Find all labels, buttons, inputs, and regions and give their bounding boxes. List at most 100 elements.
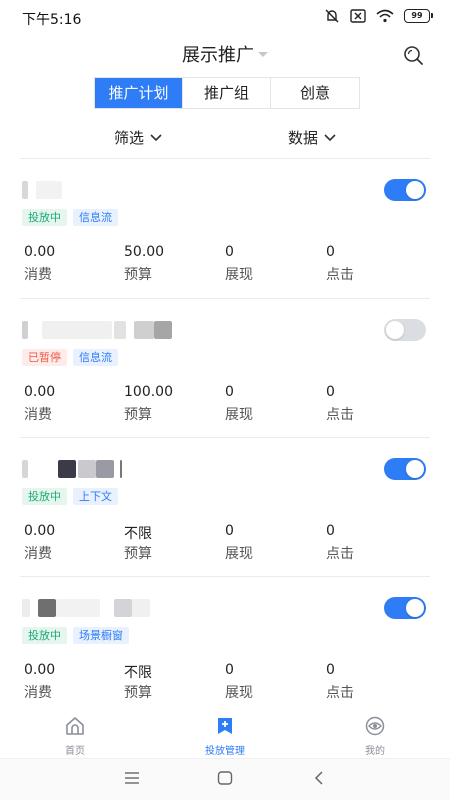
status-badge: 投放中 [22, 627, 67, 644]
metric-label: 展现 [225, 267, 253, 283]
nav-label: 投放管理 [205, 746, 245, 757]
metric-impressions: 0 展现 [225, 244, 325, 284]
filter-dropdown[interactable]: 筛选 [114, 127, 162, 148]
metric-value: 0 [225, 662, 234, 678]
home-icon [66, 717, 84, 735]
campaign-card[interactable]: 已暂停 信息流 0.00 消费 100.00 预算 0 展现 0 点击 [0, 299, 450, 438]
page-title-dropdown[interactable]: 展示推广 [0, 41, 450, 67]
metric-value: 0 [225, 244, 234, 260]
campaign-metrics: 0.00 消费 50.00 预算 0 展现 0 点击 [24, 244, 434, 284]
metric-value: 0 [326, 523, 335, 539]
type-badge: 场景橱窗 [73, 627, 129, 644]
data-dropdown[interactable]: 数据 [288, 127, 336, 148]
nav-campaign-manage[interactable]: 投放管理 [185, 716, 265, 757]
campaign-name-redacted [22, 460, 182, 478]
campaign-toggle[interactable] [384, 458, 426, 480]
metric-value: 50.00 [124, 244, 165, 260]
metric-label: 预算 [124, 267, 152, 283]
wifi-icon [376, 9, 394, 23]
type-badge: 信息流 [73, 209, 118, 226]
campaign-name-redacted [22, 181, 182, 199]
status-time: 下午5:16 [22, 12, 82, 28]
metric-label: 点击 [326, 407, 354, 423]
metric-label: 展现 [225, 546, 253, 562]
segmented-tabs: 推广计划 推广组 创意 [94, 77, 360, 109]
status-badge: 投放中 [22, 488, 67, 505]
campaign-card[interactable]: 投放中 上下文 0.00 消费 不限 预算 0 展现 0 点击 [0, 438, 450, 577]
status-icons: 99 [324, 8, 433, 24]
campaign-toggle[interactable] [384, 319, 426, 341]
campaign-card[interactable]: 投放中 场景橱窗 0.00 消费 不限 预算 0 展现 0 点击 [0, 577, 450, 716]
status-bar: 下午5:16 99 [0, 0, 450, 34]
metric-label: 消费 [24, 407, 52, 423]
metric-impressions: 0 展现 [225, 523, 325, 563]
metric-value: 不限 [124, 526, 152, 542]
search-icon[interactable] [402, 44, 424, 66]
campaign-tags: 投放中 上下文 [22, 488, 118, 505]
campaign-name-redacted [22, 599, 182, 617]
tab-campaign-group[interactable]: 推广组 [183, 78, 271, 108]
tab-campaign-plan[interactable]: 推广计划 [95, 78, 183, 108]
campaign-metrics: 0.00 消费 100.00 预算 0 展现 0 点击 [24, 384, 434, 424]
type-badge: 上下文 [73, 488, 118, 505]
page-title: 展示推广 [182, 45, 254, 66]
type-badge: 信息流 [73, 349, 118, 366]
campaign-card[interactable]: 投放中 信息流 0.00 消费 50.00 预算 0 展现 0 点击 [0, 159, 450, 298]
campaign-metrics: 0.00 消费 不限 预算 0 展现 0 点击 [24, 662, 434, 702]
filter-bar: 筛选 数据 [0, 118, 450, 158]
metric-budget: 100.00 预算 [124, 384, 224, 424]
metric-label: 点击 [326, 685, 354, 701]
campaign-tags: 投放中 场景橱窗 [22, 627, 129, 644]
nav-label: 首页 [65, 746, 85, 757]
campaign-toggle[interactable] [384, 179, 426, 201]
nav-profile[interactable]: 我的 [335, 716, 415, 757]
nav-label: 我的 [365, 746, 385, 757]
metric-value: 0 [326, 384, 335, 400]
metric-clicks: 0 点击 [326, 384, 426, 424]
chevron-down-icon [150, 134, 162, 142]
metric-spend: 0.00 消费 [24, 523, 124, 563]
data-label: 数据 [288, 129, 319, 147]
metric-label: 预算 [124, 546, 152, 562]
chevron-down-icon [324, 134, 336, 142]
metric-value: 0.00 [24, 384, 56, 400]
metric-label: 点击 [326, 267, 354, 283]
status-badge: 已暂停 [22, 349, 67, 366]
metric-budget: 不限 预算 [124, 523, 224, 563]
metric-label: 预算 [124, 685, 152, 701]
campaign-name-redacted [22, 321, 182, 339]
metric-value: 0 [326, 662, 335, 678]
metric-spend: 0.00 消费 [24, 384, 124, 424]
status-badge: 投放中 [22, 209, 67, 226]
alarm-off-icon [325, 9, 339, 23]
metric-impressions: 0 展现 [225, 662, 325, 702]
metric-label: 点击 [326, 546, 354, 562]
metric-budget: 不限 预算 [124, 662, 224, 702]
campaign-tags: 投放中 信息流 [22, 209, 118, 226]
metric-value: 0 [225, 384, 234, 400]
filter-label: 筛选 [114, 129, 145, 147]
tab-creative[interactable]: 创意 [271, 78, 359, 108]
metric-label: 消费 [24, 546, 52, 562]
metric-clicks: 0 点击 [326, 244, 426, 284]
metric-value: 不限 [124, 665, 152, 681]
title-bar: 展示推广 [0, 34, 450, 74]
battery-icon: 99 [404, 9, 433, 23]
metric-clicks: 0 点击 [326, 662, 426, 702]
nav-home[interactable]: 首页 [35, 716, 115, 757]
campaign-metrics: 0.00 消费 不限 预算 0 展现 0 点击 [24, 523, 434, 563]
metric-label: 消费 [24, 267, 52, 283]
campaign-manage-icon [218, 718, 232, 734]
menu-icon[interactable] [124, 771, 140, 785]
metric-label: 消费 [24, 685, 52, 701]
metric-label: 预算 [124, 407, 152, 423]
metric-value: 0.00 [24, 244, 56, 260]
metric-label: 展现 [225, 685, 253, 701]
sim-off-icon [350, 9, 366, 23]
metric-value: 0.00 [24, 662, 56, 678]
system-nav-bar [0, 758, 450, 800]
back-icon[interactable] [313, 771, 325, 785]
campaign-toggle[interactable] [384, 597, 426, 619]
home-square-icon[interactable] [217, 771, 233, 785]
metric-impressions: 0 展现 [225, 384, 325, 424]
